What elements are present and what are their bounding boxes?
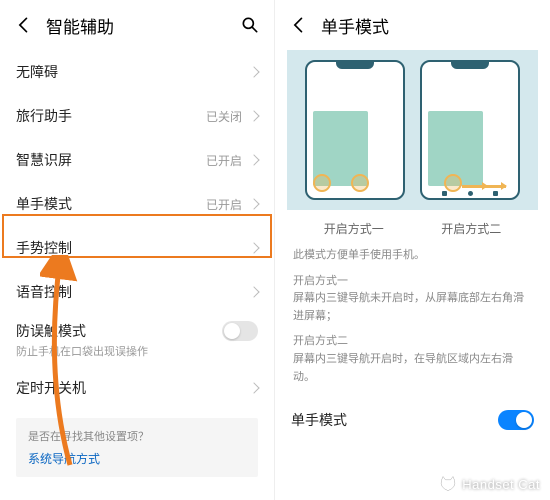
chevron-right-icon: [248, 154, 259, 165]
illustration: [287, 50, 538, 210]
back-icon[interactable]: [14, 15, 34, 35]
page-title: 单手模式: [321, 13, 389, 38]
hint-box: 是否在寻找其他设置项？ 系统导航方式: [16, 418, 258, 477]
chevron-right-icon: [248, 198, 259, 209]
chevron-right-icon: [248, 382, 259, 393]
row-label: 单手模式: [291, 410, 498, 430]
row-label: 单手模式: [16, 194, 206, 214]
caption-method-1: 开启方式一: [324, 220, 384, 237]
phone-diagram-1: [305, 60, 405, 200]
cat-icon: [438, 474, 458, 494]
row-timer[interactable]: 定时开关机: [0, 366, 274, 410]
desc1-body: 屏幕内三键导航未开启时，从屏幕底部左右角滑进屏幕；: [293, 290, 532, 325]
row-label: 语音控制: [16, 282, 242, 302]
caption-method-2: 开启方式二: [441, 220, 501, 237]
row-status: 已关闭: [206, 108, 242, 125]
row-accessibility[interactable]: 无障碍: [0, 50, 274, 94]
hint-link[interactable]: 系统导航方式: [28, 450, 246, 467]
row-label: 手势控制: [16, 238, 242, 258]
phone-diagram-2: [420, 60, 520, 200]
row-label: 智慧识屏: [16, 150, 206, 170]
row-label: 无障碍: [16, 62, 242, 82]
desc2-head: 开启方式二: [293, 333, 532, 351]
page-title: 智能辅助: [46, 13, 114, 38]
toggle-mistouch[interactable]: [222, 321, 258, 341]
row-gesture[interactable]: 手势控制: [0, 226, 274, 270]
chevron-right-icon: [248, 242, 259, 253]
row-label: 旅行助手: [16, 106, 206, 126]
search-icon[interactable]: [240, 15, 260, 35]
desc2-body: 屏幕内三键导航开启时，在导航区域内左右滑动。: [293, 351, 532, 386]
row-status: 已开启: [206, 196, 242, 213]
row-label: 定时开关机: [16, 378, 242, 398]
row-travel[interactable]: 旅行助手 已关闭: [0, 94, 274, 138]
chevron-right-icon: [248, 110, 259, 121]
watermark-text: Handset Cat: [462, 477, 540, 492]
row-voice[interactable]: 语音控制: [0, 270, 274, 314]
desc1-head: 开启方式一: [293, 273, 532, 291]
row-mistouch[interactable]: 防误触模式 防止手机在口袋出现误操作: [0, 314, 274, 366]
row-smart-screen[interactable]: 智慧识屏 已开启: [0, 138, 274, 182]
hint-question: 是否在寻找其他设置项？: [28, 428, 246, 444]
chevron-right-icon: [248, 66, 259, 77]
desc-intro: 此模式方便单手使用手机。: [275, 243, 550, 269]
watermark: Handset Cat: [438, 474, 540, 494]
row-toggle-one-hand[interactable]: 单手模式: [275, 398, 550, 442]
row-sublabel: 防止手机在口袋出现误操作: [16, 343, 148, 359]
row-status: 已开启: [206, 152, 242, 169]
chevron-right-icon: [248, 286, 259, 297]
row-label: 防误触模式: [16, 321, 222, 341]
row-one-hand[interactable]: 单手模式 已开启: [0, 182, 274, 226]
back-icon[interactable]: [289, 15, 309, 35]
toggle-one-hand[interactable]: [498, 410, 534, 430]
